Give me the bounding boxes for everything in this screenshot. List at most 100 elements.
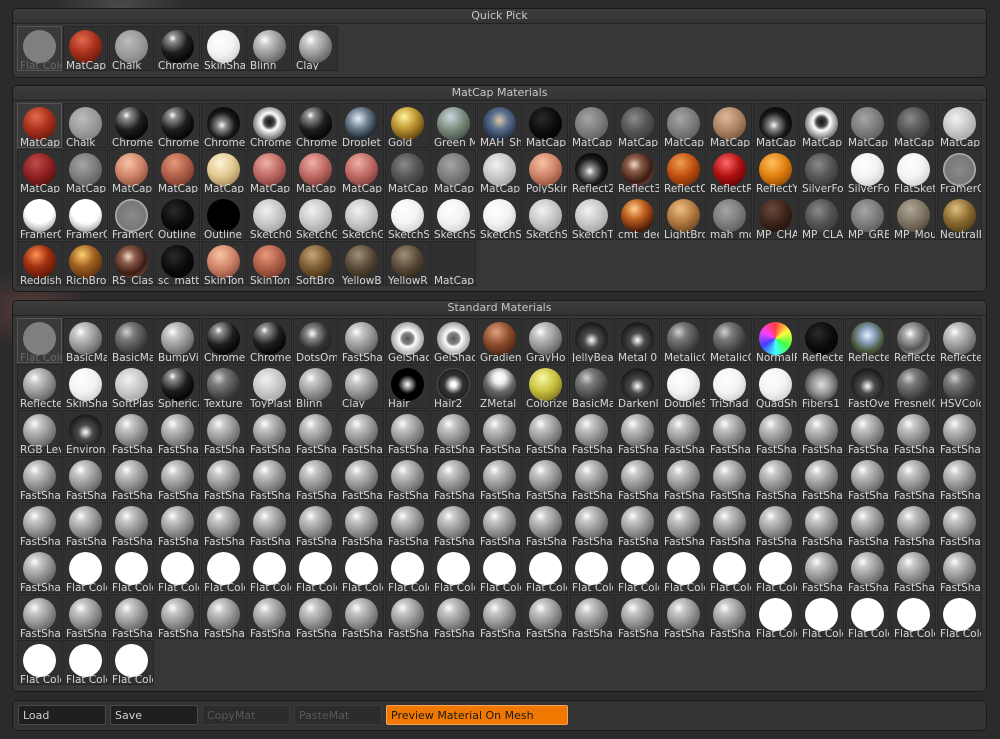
material-swatch[interactable]: SketchS [477,195,522,240]
material-swatch[interactable]: MetalicC [707,318,752,363]
material-swatch[interactable]: Reflect3 [615,149,660,194]
material-swatch[interactable]: FastSha [845,456,890,501]
material-swatch[interactable]: FastSha [707,410,752,455]
material-swatch[interactable]: PolySkin [523,149,568,194]
material-swatch[interactable]: MatCap [17,103,62,148]
material-swatch[interactable]: FastSha [201,594,246,639]
material-swatch[interactable]: FastSha [155,594,200,639]
material-swatch[interactable]: Blinn [247,26,292,71]
material-swatch[interactable]: Flat Colo [477,548,522,593]
material-swatch[interactable]: ReflectO [661,149,706,194]
material-swatch[interactable]: Reflecte [17,364,62,409]
material-swatch[interactable]: FastSha [891,410,936,455]
material-swatch[interactable]: mah_mo [707,195,752,240]
material-swatch[interactable]: Texture [201,364,246,409]
material-swatch[interactable]: FastSha [477,456,522,501]
material-swatch[interactable]: FastSha [201,410,246,455]
material-swatch[interactable]: DoubleS [661,364,706,409]
material-swatch[interactable]: Chrome [201,103,246,148]
material-swatch[interactable]: Gradien [477,318,522,363]
material-swatch[interactable]: Droplet [339,103,384,148]
material-swatch[interactable]: Flat Colo [385,548,430,593]
material-swatch[interactable]: FastSha [569,456,614,501]
material-swatch[interactable]: MatCap [845,103,890,148]
material-swatch[interactable]: Chalk [109,26,154,71]
material-swatch[interactable]: QuadSh [753,364,798,409]
material-swatch[interactable]: FastSha [569,594,614,639]
material-swatch[interactable]: Chrome [247,318,292,363]
material-swatch[interactable]: FastSha [431,502,476,547]
material-swatch[interactable]: FastSha [707,456,752,501]
material-swatch[interactable]: RS_Clas [109,241,154,286]
material-swatch[interactable]: Clay [339,364,384,409]
material-swatch[interactable]: FastSha [891,456,936,501]
save-button[interactable]: Save [110,705,198,725]
material-swatch[interactable]: MP_CHA [753,195,798,240]
material-swatch[interactable]: FastSha [293,410,338,455]
material-swatch[interactable]: FastSha [17,456,62,501]
material-swatch[interactable]: SilverFo [799,149,844,194]
load-button[interactable]: Load [18,705,106,725]
material-swatch[interactable]: FastSha [109,502,154,547]
material-swatch[interactable]: Colorize [523,364,568,409]
material-swatch[interactable]: FastSha [753,410,798,455]
preview-material-on-mesh-button[interactable]: Preview Material On Mesh [386,705,568,725]
material-swatch[interactable]: MatCap [891,103,936,148]
material-swatch[interactable]: FastSha [17,548,62,593]
material-swatch[interactable]: FastSha [17,594,62,639]
material-swatch[interactable]: MAH_Sh [477,103,522,148]
material-swatch[interactable]: FastSha [523,410,568,455]
material-swatch[interactable]: FastSha [155,456,200,501]
material-swatch[interactable]: Flat Colo [891,594,936,639]
material-swatch[interactable]: SketchG [293,195,338,240]
material-swatch[interactable]: FastSha [661,502,706,547]
material-swatch[interactable]: JellyBea [569,318,614,363]
material-swatch[interactable]: GelShac [385,318,430,363]
material-swatch[interactable]: FastSha [339,594,384,639]
material-swatch[interactable]: SkinSha [201,26,246,71]
material-swatch[interactable]: FastSha [799,502,844,547]
material-swatch[interactable]: FastSha [615,594,660,639]
material-swatch[interactable]: SilverFo [845,149,890,194]
material-swatch[interactable]: FastSha [707,502,752,547]
material-swatch[interactable]: Outline [155,195,200,240]
material-swatch[interactable]: Reddish [17,241,62,286]
material-swatch[interactable]: Outline [201,195,246,240]
material-swatch[interactable]: MatCap [201,149,246,194]
material-swatch[interactable]: Flat Colo [523,548,568,593]
material-swatch[interactable]: sc_matt [155,241,200,286]
material-swatch[interactable]: FastSha [891,502,936,547]
material-swatch[interactable]: RGB Lev [17,410,62,455]
material-swatch[interactable]: SketchS [431,195,476,240]
material-swatch[interactable]: Flat Colo [339,548,384,593]
material-swatch[interactable]: FastSha [431,594,476,639]
material-swatch[interactable]: ReflectY [753,149,798,194]
material-swatch[interactable]: MatCap [753,103,798,148]
material-swatch[interactable]: FastSha [615,456,660,501]
material-swatch[interactable]: FastSha [523,456,568,501]
material-swatch[interactable]: Reflecte [799,318,844,363]
material-swatch[interactable]: Chrome [201,318,246,363]
material-swatch[interactable]: SketchS [523,195,568,240]
material-swatch[interactable]: FastSha [937,502,982,547]
material-swatch[interactable]: FastSha [615,502,660,547]
material-swatch[interactable]: Environ [63,410,108,455]
material-swatch[interactable]: FastSha [155,410,200,455]
material-swatch[interactable]: HSVColo [937,364,982,409]
material-swatch[interactable]: FastSha [707,594,752,639]
material-swatch[interactable]: MatCap [661,103,706,148]
material-swatch[interactable]: FlatSket [891,149,936,194]
material-swatch[interactable]: FastSha [477,410,522,455]
material-swatch[interactable]: ReflectR [707,149,752,194]
material-swatch[interactable]: GelShac [431,318,476,363]
material-swatch[interactable]: FastSha [799,410,844,455]
material-swatch[interactable]: Flat Colo [753,594,798,639]
material-swatch[interactable]: Spherica [155,364,200,409]
material-swatch[interactable]: FastSha [385,456,430,501]
material-swatch[interactable]: FastSha [247,594,292,639]
material-swatch[interactable]: FastSha [293,456,338,501]
material-swatch[interactable]: FastSha [937,410,982,455]
material-swatch[interactable]: BasicMa [569,364,614,409]
material-swatch[interactable]: SoftBro [293,241,338,286]
material-swatch[interactable]: FastSha [661,594,706,639]
